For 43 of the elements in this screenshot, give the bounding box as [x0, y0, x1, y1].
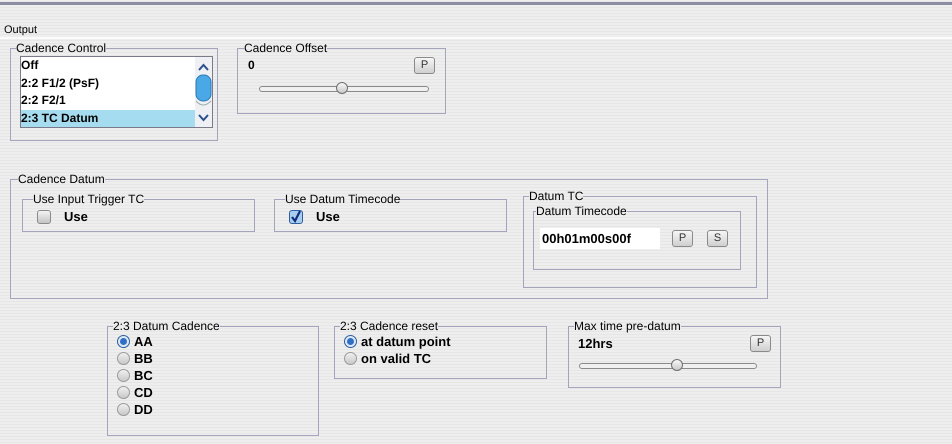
radio-button[interactable]: [117, 352, 130, 365]
group-title: Datum TC: [529, 189, 584, 203]
radio-label: BB: [134, 350, 153, 368]
checkbox-label: Use: [316, 208, 340, 226]
group-title: Cadence Offset: [244, 41, 328, 55]
slider-thumb[interactable]: [670, 358, 683, 370]
list-item[interactable]: 2:2 F1/2 (PsF): [21, 74, 195, 92]
checkbox-label: Use: [64, 208, 88, 226]
group-title: Use Input Trigger TC: [33, 192, 144, 206]
radio-label: at datum point: [361, 332, 451, 351]
radio-label: BC: [134, 366, 153, 385]
list-item[interactable]: 2:3 TC Datum: [21, 110, 195, 127]
radio-button[interactable]: [344, 352, 357, 365]
max-time-value: 12hrs: [578, 335, 613, 353]
radio-button[interactable]: [344, 335, 357, 348]
radio-label: CD: [134, 384, 153, 402]
group-title: Cadence Control: [16, 41, 106, 55]
p-button[interactable]: P: [750, 335, 771, 352]
radio-label: AA: [134, 332, 153, 351]
checkbox[interactable]: [289, 210, 303, 224]
timecode-button[interactable]: S: [707, 230, 728, 247]
list-item[interactable]: Off: [21, 57, 195, 74]
group-title: 2:3 Datum Cadence: [113, 319, 220, 333]
checkbox[interactable]: [37, 210, 51, 224]
radio-label: DD: [134, 400, 153, 419]
radio-button[interactable]: [117, 403, 130, 416]
group-title: 2:3 Cadence reset: [340, 319, 438, 333]
radio-button[interactable]: [117, 386, 130, 399]
scrollbar[interactable]: [195, 57, 212, 127]
p-button[interactable]: P: [414, 56, 435, 74]
panel-title: Output: [4, 24, 38, 36]
timecode-field[interactable]: 00h01m00s00f: [540, 228, 660, 249]
radio-label: on valid TC: [361, 350, 432, 368]
list-item[interactable]: 2:2 F2/1: [21, 92, 195, 110]
group-title: Datum Timecode: [536, 204, 627, 218]
timecode-button[interactable]: P: [672, 230, 693, 247]
radio-button[interactable]: [117, 335, 130, 348]
group-title: Max time pre-datum: [574, 319, 681, 333]
radio-button[interactable]: [117, 369, 130, 382]
group-title: Use Datum Timecode: [285, 192, 400, 206]
slider-thumb[interactable]: [336, 82, 348, 94]
group-title: Cadence Datum: [18, 172, 105, 186]
offset-value: 0: [248, 57, 255, 74]
